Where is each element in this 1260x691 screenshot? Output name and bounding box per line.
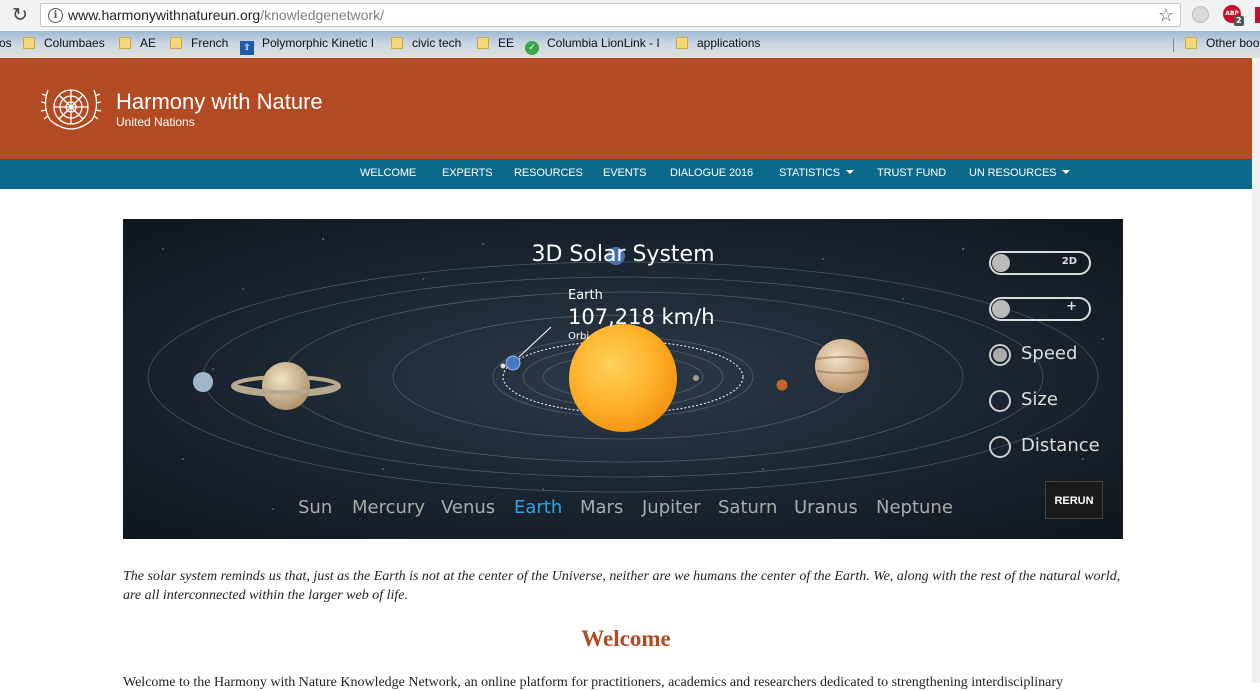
radio-label: Speed: [1021, 343, 1078, 364]
mercury: [693, 375, 699, 381]
planet-link-neptune[interactable]: Neptune: [876, 497, 953, 518]
bookmark-label: os: [0, 36, 12, 50]
extension-badge: 2: [1234, 16, 1244, 26]
info-orbit-label: Orbi: [568, 331, 590, 342]
plus-icon: +: [1066, 299, 1077, 314]
solar-system-widget: 3D Solar System Earth 107,218 km/h Orbi …: [123, 219, 1123, 539]
folder-icon: [1185, 37, 1197, 49]
folder-icon: [23, 37, 35, 49]
bookmark-label: applications: [697, 36, 761, 50]
nav-resources[interactable]: RESOURCES: [514, 167, 583, 179]
mars: [776, 379, 788, 391]
extension-icon[interactable]: [1192, 6, 1209, 23]
browser-toolbar: ↻ i www.harmonywithnatureun.org/knowledg…: [0, 0, 1260, 31]
caret-down-icon: [845, 170, 854, 174]
radio-button[interactable]: [989, 436, 1011, 458]
rerun-button[interactable]: RERUN: [1045, 481, 1103, 519]
bookmark-star-icon[interactable]: ☆: [1158, 4, 1174, 26]
site-subtitle: United Nations: [116, 115, 195, 129]
toggle-knob: [992, 300, 1010, 318]
nav-statistics[interactable]: STATISTICS: [779, 167, 854, 179]
lion-icon: ✓: [525, 41, 539, 55]
site-icon: ⇧: [240, 41, 254, 55]
url-text[interactable]: www.harmonywithnatureun.org/knowledgenet…: [68, 7, 384, 23]
planet-link-sun[interactable]: Sun: [298, 497, 332, 518]
bookmark-item[interactable]: French: [170, 36, 228, 51]
uranus: [193, 372, 213, 392]
bookmark-label: Polymorphic Kinetic I: [262, 36, 375, 50]
bookmarks-bar: os Columbaes AE French ⇧ Polymorphic Kine…: [0, 31, 1260, 58]
info-orbital-speed: 107,218 km/h: [568, 305, 715, 329]
main-nav: WELCOME EXPERTS RESOURCES EVENTS DIALOGU…: [0, 159, 1252, 189]
toggle-label-2d: 2D: [1061, 256, 1077, 267]
info-icon[interactable]: i: [48, 8, 63, 23]
toggle-knob: [992, 254, 1010, 272]
nav-un-resources[interactable]: UN RESOURCES: [969, 167, 1071, 179]
planet-link-earth[interactable]: Earth: [514, 497, 562, 518]
intro-caption: The solar system reminds us that, just a…: [123, 569, 1121, 603]
reload-icon[interactable]: ↻: [8, 4, 32, 28]
site-header: Harmony with Nature United Nations: [0, 58, 1252, 159]
url-host: www.harmonywithnatureun.org: [68, 7, 261, 23]
radio-label: Size: [1021, 389, 1058, 410]
planet-link-venus[interactable]: Venus: [441, 497, 495, 518]
radio-button[interactable]: [989, 344, 1011, 366]
bookmark-label: French: [191, 36, 229, 50]
nav-experts[interactable]: EXPERTS: [442, 167, 493, 179]
nav-un-resources-label: UN RESOURCES: [969, 167, 1057, 179]
bookmark-item[interactable]: AE: [119, 36, 156, 51]
zoom-toggle[interactable]: +: [989, 297, 1091, 321]
welcome-paragraph: Welcome to the Harmony with Nature Knowl…: [123, 675, 1064, 690]
saturn: [262, 362, 310, 410]
planet-link-jupiter[interactable]: Jupiter: [642, 497, 701, 518]
solar-system-scene[interactable]: [123, 219, 1123, 539]
planet-link-saturn[interactable]: Saturn: [718, 497, 777, 518]
bookmark-item[interactable]: ✓ Columbia LionLink - I: [525, 36, 660, 55]
nav-statistics-label: STATISTICS: [779, 167, 840, 179]
bookmarks-divider: [1173, 38, 1174, 52]
jupiter: [815, 339, 869, 393]
radio-label: Distance: [1021, 435, 1100, 456]
view-mode-toggle[interactable]: 2D: [989, 251, 1091, 275]
planet-link-mercury[interactable]: Mercury: [352, 497, 425, 518]
folder-icon: [391, 37, 403, 49]
planet-link-uranus[interactable]: Uranus: [794, 497, 858, 518]
bookmark-label: Columbia LionLink - I: [547, 36, 660, 50]
bookmark-item[interactable]: Columbaes: [23, 36, 105, 51]
nav-welcome[interactable]: WELCOME: [360, 167, 416, 179]
bookmark-item[interactable]: civic tech: [391, 36, 461, 51]
bookmark-item[interactable]: ⇧ Polymorphic Kinetic I: [240, 36, 374, 55]
nav-trust-fund[interactable]: TRUST FUND: [877, 167, 946, 179]
un-emblem-icon[interactable]: [38, 80, 104, 138]
venus: [500, 363, 506, 369]
url-path: /knowledgenetwork/: [260, 7, 384, 23]
folder-icon: [170, 37, 182, 49]
radio-button[interactable]: [989, 390, 1011, 412]
bookmark-item[interactable]: os: [0, 36, 12, 51]
extension-icon-partial[interactable]: [1255, 7, 1260, 23]
bookmark-item[interactable]: applications: [676, 36, 760, 51]
bookmark-label: AE: [140, 36, 157, 50]
bookmark-label: EE: [498, 36, 515, 50]
nav-events[interactable]: EVENTS: [603, 167, 647, 179]
address-bar[interactable]: i www.harmonywithnatureun.org/knowledgen…: [40, 3, 1181, 27]
welcome-heading: Welcome: [581, 626, 671, 651]
bookmark-label: civic tech: [412, 36, 462, 50]
planet-link-mars[interactable]: Mars: [580, 497, 623, 518]
page-scrollbar[interactable]: [1252, 58, 1260, 683]
bookmark-label: Other boo: [1206, 36, 1260, 50]
caret-down-icon: [1062, 170, 1071, 174]
folder-icon: [477, 37, 489, 49]
nav-dialogue-2016[interactable]: DIALOGUE 2016: [670, 167, 753, 179]
site-title[interactable]: Harmony with Nature: [116, 89, 323, 115]
folder-icon: [676, 37, 688, 49]
bookmark-label: Columbaes: [44, 36, 105, 50]
solar-system-title: 3D Solar System: [531, 242, 715, 267]
folder-icon: [119, 37, 131, 49]
bookmark-item[interactable]: Other boo: [1185, 36, 1259, 51]
info-planet-name: Earth: [568, 288, 603, 303]
bookmark-item[interactable]: EE: [477, 36, 514, 51]
